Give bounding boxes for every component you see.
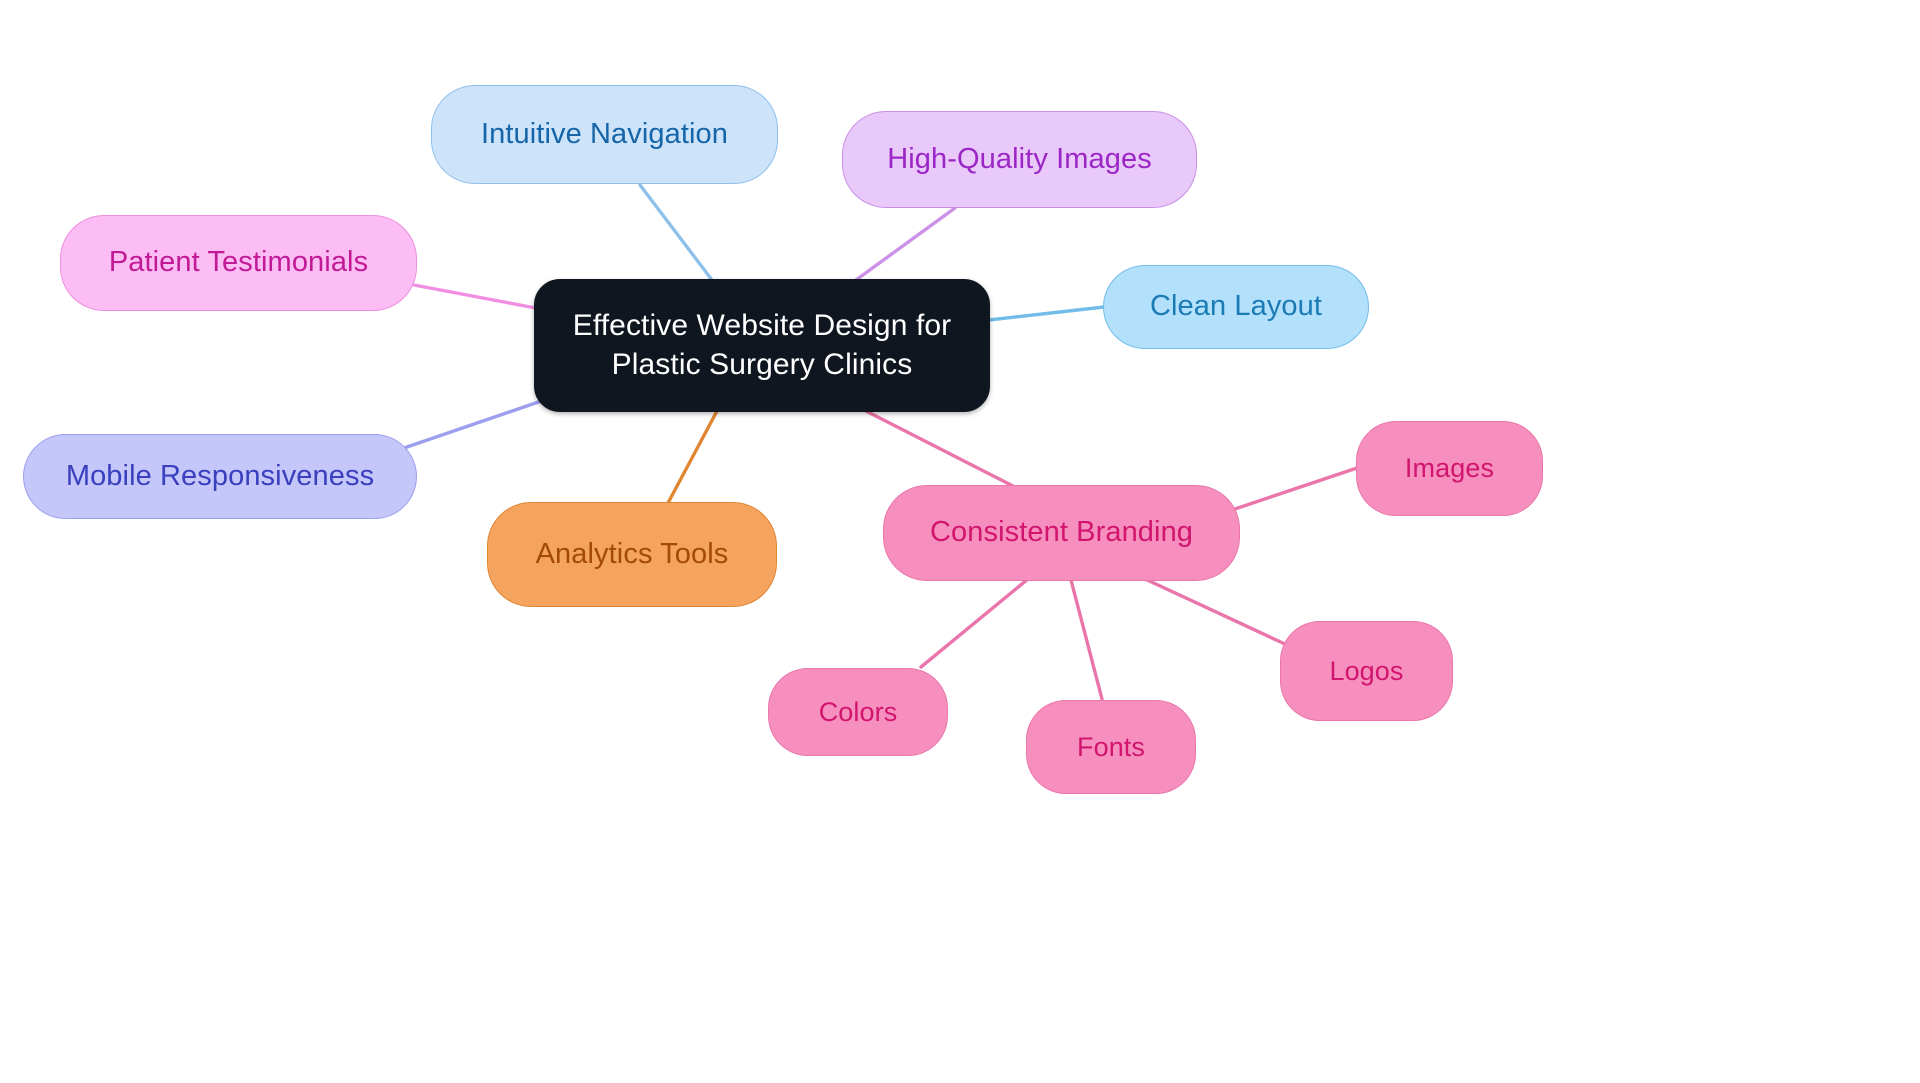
- edge-root-consistent-branding: [864, 409, 1015, 488]
- mindmap-root-node[interactable]: Effective Website Design for Plastic Sur…: [534, 279, 990, 412]
- edge-branding-images: [1224, 466, 1359, 514]
- edge-root-intuitive-navigation: [638, 183, 714, 282]
- mindmap-node-consistent-branding[interactable]: Consistent Branding: [883, 485, 1240, 581]
- edge-branding-logos: [1141, 576, 1289, 647]
- mindmap-node-mobile-responsiveness[interactable]: Mobile Responsiveness: [23, 434, 417, 519]
- mindmap-canvas: Effective Website Design for Plastic Sur…: [0, 0, 1920, 1083]
- mindmap-node-colors[interactable]: Colors: [768, 668, 948, 756]
- edge-root-high-quality-images: [854, 206, 957, 282]
- edge-root-mobile-responsiveness: [402, 394, 558, 450]
- mindmap-node-clean-layout[interactable]: Clean Layout: [1103, 265, 1369, 349]
- mindmap-node-fonts[interactable]: Fonts: [1026, 700, 1196, 794]
- edge-branding-fonts: [1069, 578, 1104, 701]
- edge-root-analytics-tools: [666, 409, 719, 505]
- mindmap-node-patient-testimonials[interactable]: Patient Testimonials: [60, 215, 417, 311]
- mindmap-node-intuitive-navigation[interactable]: Intuitive Navigation: [431, 85, 778, 184]
- mindmap-node-analytics-tools[interactable]: Analytics Tools: [487, 502, 777, 607]
- mindmap-node-images[interactable]: Images: [1356, 421, 1543, 516]
- mindmap-node-logos[interactable]: Logos: [1280, 621, 1453, 721]
- edge-root-patient-testimonials: [412, 283, 543, 311]
- mindmap-node-high-quality-images[interactable]: High-Quality Images: [842, 111, 1197, 208]
- edge-root-clean-layout: [987, 305, 1106, 322]
- edge-branding-colors: [919, 577, 1030, 669]
